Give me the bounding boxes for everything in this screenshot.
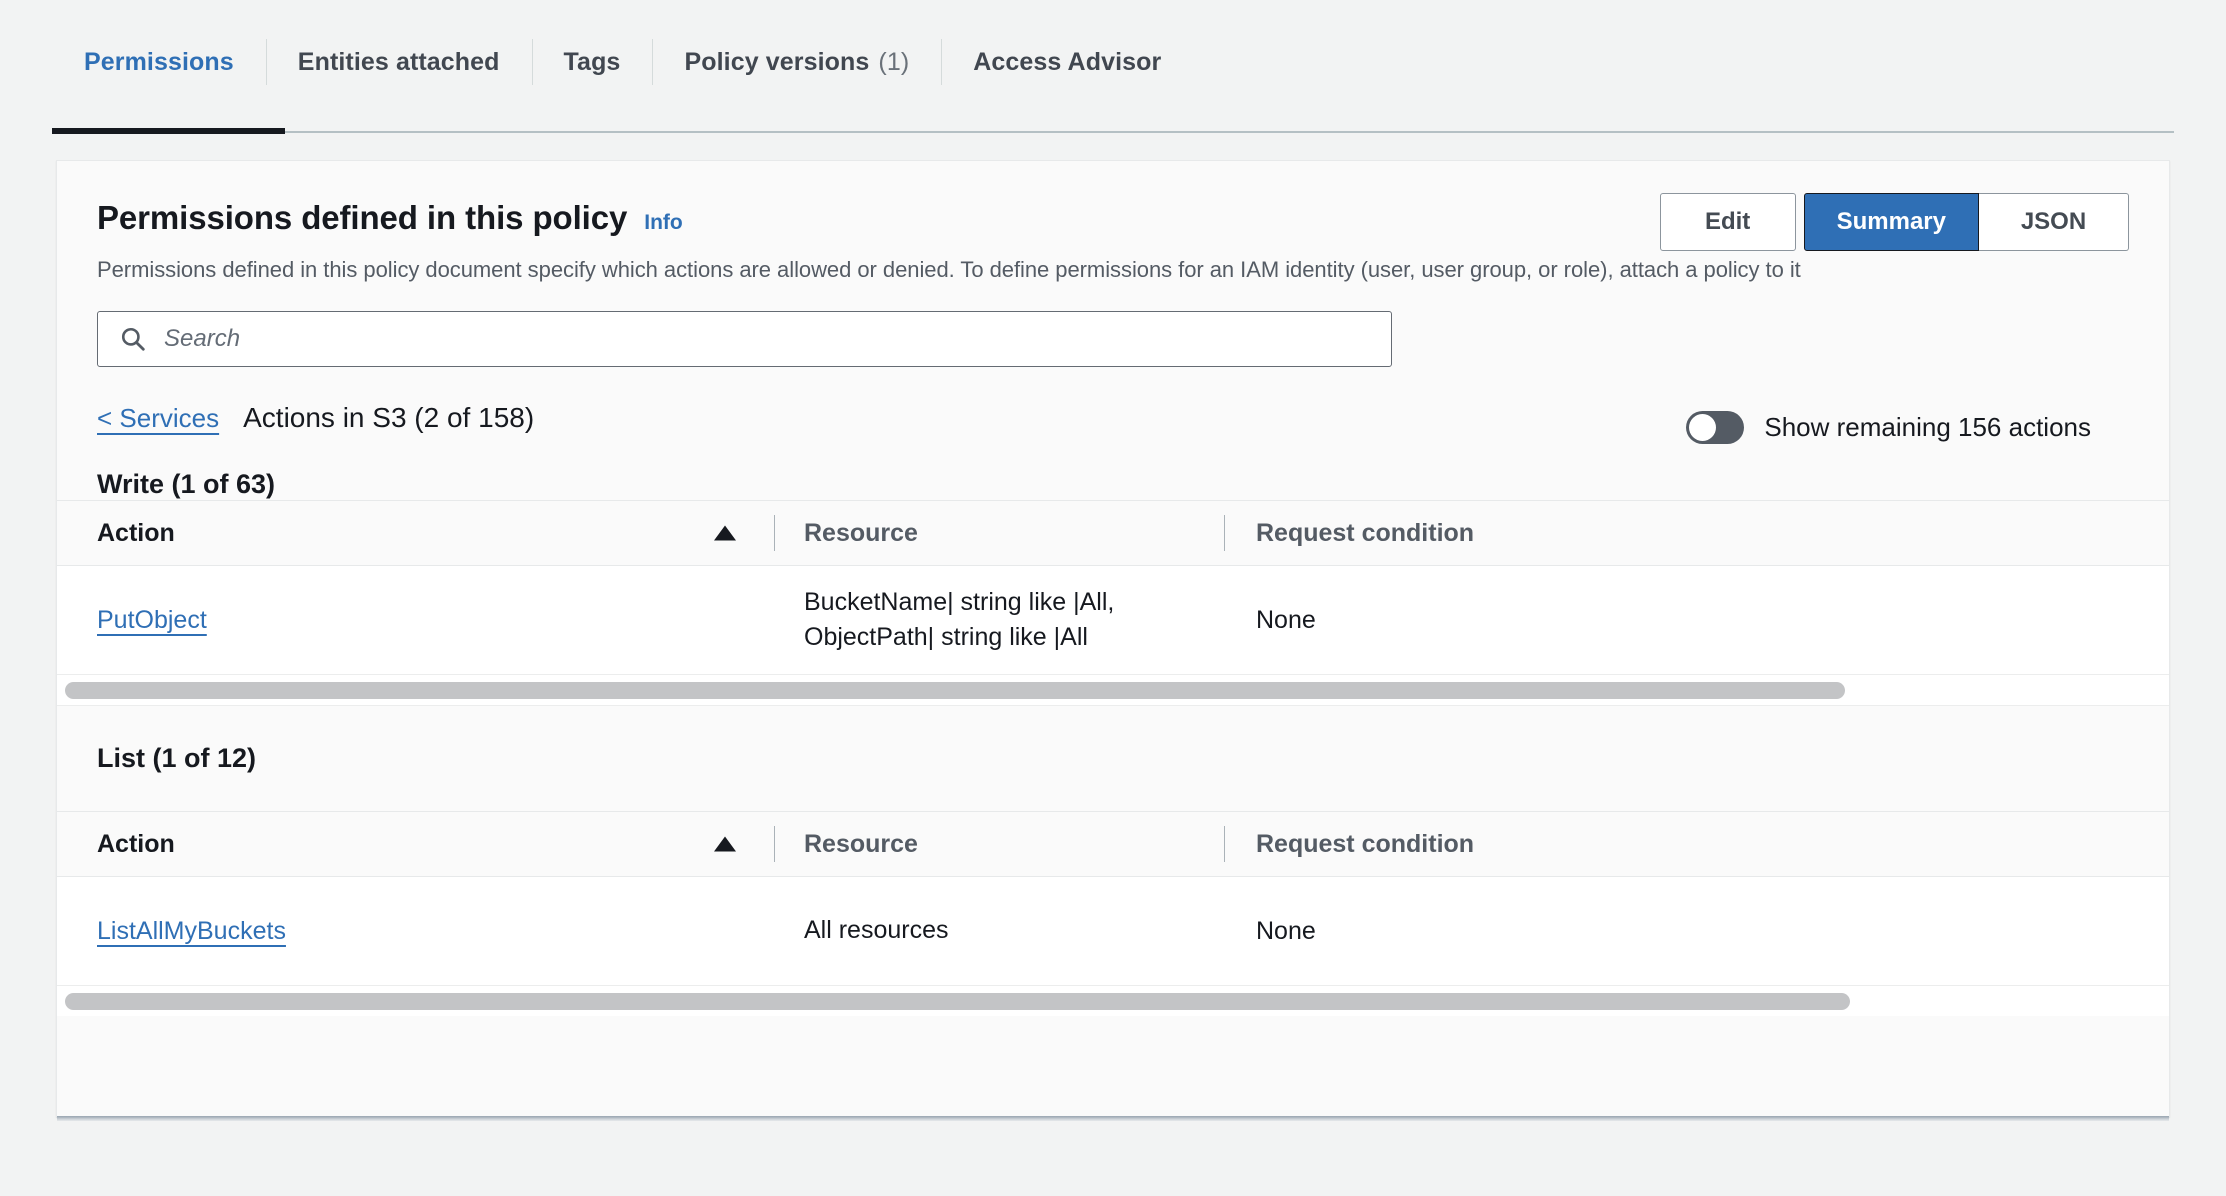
table-row: ListAllMyBuckets All resources None — [57, 877, 2169, 985]
tab-access-advisor[interactable]: Access Advisor — [941, 26, 1193, 98]
tab-tags[interactable]: Tags — [532, 26, 653, 98]
summary-button[interactable]: Summary — [1804, 193, 1979, 251]
show-remaining-actions-label: Show remaining 156 actions — [1764, 412, 2091, 443]
tab-entities-attached[interactable]: Entities attached — [266, 26, 532, 98]
tab-label: Entities attached — [298, 48, 500, 77]
show-remaining-actions-row: Show remaining 156 actions — [1686, 411, 2091, 444]
tab-list: Permissions Entities attached Tags Polic… — [52, 26, 1193, 98]
tab-label: Policy versions — [684, 48, 869, 77]
group-heading-band-list: List (1 of 12) — [57, 705, 2169, 811]
tab-label: Permissions — [84, 48, 234, 77]
services-breadcrumb-row: < Services Actions in S3 (2 of 158) Show… — [97, 397, 2129, 439]
cell-resource: All resources — [774, 913, 1224, 949]
info-link[interactable]: Info — [644, 211, 682, 235]
show-remaining-actions-toggle[interactable] — [1686, 411, 1744, 444]
search-icon — [120, 326, 146, 352]
cell-request-condition: None — [1224, 606, 1664, 635]
permissions-card: Permissions defined in this policy Info … — [56, 160, 2170, 1117]
column-header-request-condition-label: Request condition — [1256, 830, 1474, 859]
column-header-resource-label: Resource — [804, 519, 918, 548]
column-header-request-condition[interactable]: Request condition — [1224, 501, 1664, 565]
table-header-row: Action Resource Request condition — [57, 811, 2169, 877]
tab-bar: Permissions Entities attached Tags Polic… — [0, 0, 2226, 128]
cell-request-condition: None — [1224, 917, 1664, 946]
horizontal-scrollbar-list[interactable] — [57, 985, 2169, 1016]
page-title: Permissions defined in this policy — [97, 199, 627, 237]
tab-count: (1) — [878, 48, 909, 77]
edit-button[interactable]: Edit — [1660, 193, 1796, 251]
back-to-services-link[interactable]: < Services — [97, 403, 219, 434]
search-container: Search — [97, 311, 1392, 367]
tab-policy-versions[interactable]: Policy versions (1) — [652, 26, 941, 98]
actions-table-write: Action Resource Request condition PutObj… — [57, 500, 2169, 705]
card-header: Permissions defined in this policy Info … — [57, 161, 2169, 311]
horizontal-scrollbar-write[interactable] — [57, 674, 2169, 705]
json-button[interactable]: JSON — [1979, 193, 2129, 251]
group-heading-list: List (1 of 12) — [57, 743, 296, 774]
column-header-request-condition[interactable]: Request condition — [1224, 812, 1664, 876]
toggle-knob — [1689, 414, 1716, 441]
tab-permissions[interactable]: Permissions — [52, 26, 266, 98]
search-input[interactable]: Search — [97, 311, 1392, 367]
cell-resource: BucketName| string like |All, ObjectPath… — [774, 585, 1224, 656]
service-actions-title: Actions in S3 (2 of 158) — [243, 402, 534, 434]
action-link-putobject[interactable]: PutObject — [97, 606, 207, 634]
table-header-row: Action Resource Request condition — [57, 500, 2169, 566]
column-header-action-label: Action — [97, 519, 175, 548]
cell-action: PutObject — [97, 606, 774, 635]
tab-label: Tags — [564, 48, 621, 77]
policy-permissions-page: Permissions Entities attached Tags Polic… — [0, 0, 2226, 1196]
card-description: Permissions defined in this policy docum… — [97, 257, 2129, 283]
column-header-action-label: Action — [97, 830, 175, 859]
cell-action: ListAllMyBuckets — [97, 917, 774, 946]
column-header-resource[interactable]: Resource — [774, 501, 1224, 565]
column-header-resource-label: Resource — [804, 830, 918, 859]
column-header-action[interactable]: Action — [97, 812, 774, 876]
scrollbar-thumb[interactable] — [65, 993, 1850, 1010]
actions-table-list: Action Resource Request condition ListAl… — [57, 811, 2169, 1016]
sort-ascending-icon — [714, 837, 736, 852]
tab-bar-divider — [52, 131, 2174, 133]
column-header-resource[interactable]: Resource — [774, 812, 1224, 876]
search-placeholder: Search — [164, 325, 240, 353]
view-mode-button-group: Edit Summary JSON — [1660, 193, 2129, 251]
active-tab-indicator — [52, 128, 285, 134]
action-link-listallmybuckets[interactable]: ListAllMyBuckets — [97, 917, 286, 945]
scrollbar-thumb[interactable] — [65, 682, 1845, 699]
group-heading-write: Write (1 of 63) — [57, 469, 2169, 500]
column-header-action[interactable]: Action — [97, 501, 774, 565]
column-header-request-condition-label: Request condition — [1256, 519, 1474, 548]
table-row: PutObject BucketName| string like |All, … — [57, 566, 2169, 674]
tab-label: Access Advisor — [973, 48, 1161, 77]
sort-ascending-icon — [714, 526, 736, 541]
